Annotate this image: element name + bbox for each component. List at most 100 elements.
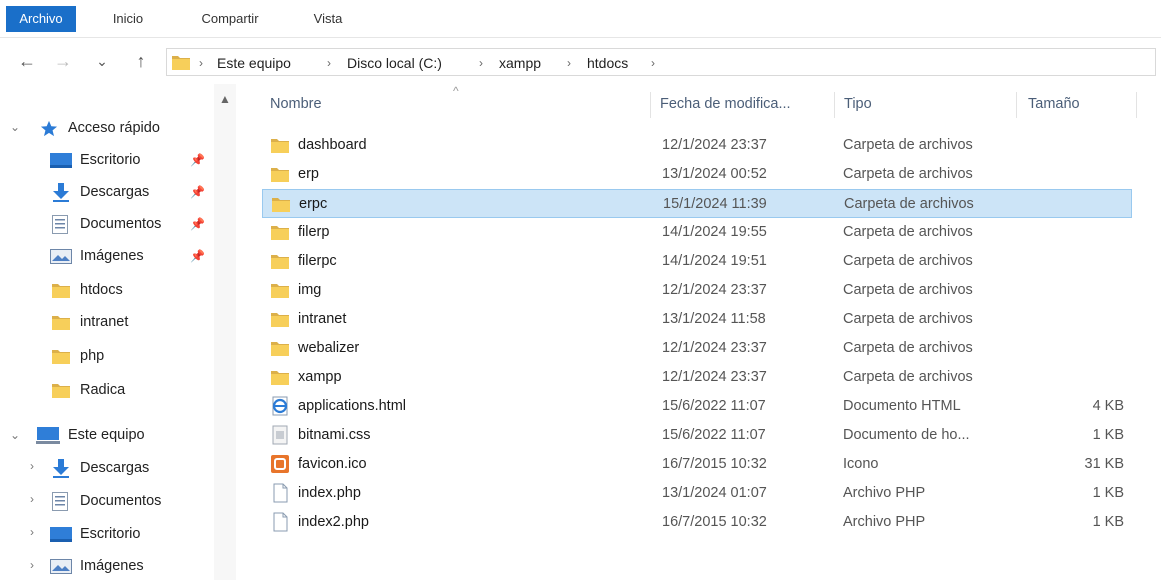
sidebar-item-label: Este equipo — [68, 427, 145, 443]
file-list[interactable]: ^ Nombre Fecha de modifica... Tipo Tamañ… — [238, 84, 1161, 580]
file-row[interactable]: applications.html 15/6/2022 11:07 Document… — [262, 392, 1132, 421]
sidebar-item-label: Descargas — [80, 460, 150, 476]
breadcrumb-separator: › — [327, 56, 331, 70]
file-date: 12/1/2024 23:37 — [662, 137, 767, 153]
file-type: Carpeta de archivos — [843, 311, 973, 327]
file-name: erp — [298, 166, 319, 182]
file-row[interactable]: filerpc 14/1/2024 19:51 Carpeta de archivo… — [262, 247, 1132, 276]
sidebar-item-documentos[interactable]: Documentos 📌 — [50, 211, 210, 237]
breadcrumb-disco-local[interactable]: Disco local (C:) — [347, 53, 442, 73]
folder-icon — [270, 164, 290, 184]
file-row[interactable]: erp 13/1/2024 00:52 Carpeta de archivos — [262, 160, 1132, 189]
file-name: filerp — [298, 224, 330, 240]
sidebar-item-pc-documentos[interactable]: Documentos — [50, 488, 210, 514]
file-name: index.php — [298, 485, 361, 501]
tab-vista[interactable]: Vista — [305, 7, 351, 31]
chevron-down-icon[interactable]: ⌄ — [10, 428, 20, 442]
file-row[interactable]: index.php 13/1/2024 01:07 Archivo PHP 1 KB — [262, 479, 1132, 508]
folder-icon — [270, 280, 290, 300]
file-date: 13/1/2024 01:07 — [662, 485, 767, 501]
sidebar-item-escritorio[interactable]: Escritorio 📌 — [50, 147, 210, 173]
sidebar-item-intranet[interactable]: intranet — [50, 309, 210, 335]
documents-icon — [52, 492, 68, 511]
file-row[interactable]: xampp 12/1/2024 23:37 Carpeta de archivos — [262, 363, 1132, 392]
tab-archivo[interactable]: Archivo — [6, 6, 76, 32]
scroll-up-icon[interactable]: ▲ — [219, 92, 231, 106]
recent-locations-button[interactable]: ⌄ — [92, 49, 112, 73]
chevron-right-icon[interactable]: › — [30, 525, 34, 539]
file-type: Carpeta de archivos — [843, 137, 973, 153]
breadcrumb-este-equipo[interactable]: Este equipo — [217, 53, 291, 73]
sidebar-item-radica[interactable]: Radica — [50, 377, 210, 403]
file-row[interactable]: bitnami.css 15/6/2022 11:07 Documento de h… — [262, 421, 1132, 450]
sidebar-scrollbar[interactable]: ▲ — [214, 84, 236, 580]
file-date: 13/1/2024 00:52 — [662, 166, 767, 182]
navigation-pane[interactable]: ▲ ⌄ Acceso rápido Escritorio 📌 Descargas… — [0, 84, 236, 580]
column-divider[interactable] — [650, 92, 651, 118]
sidebar-item-este-equipo[interactable]: Este equipo — [36, 422, 212, 448]
breadcrumb-separator: › — [567, 56, 571, 70]
file-row[interactable]: filerp 14/1/2024 19:55 Carpeta de archivos — [262, 218, 1132, 247]
sidebar-item-pc-descargas[interactable]: Descargas — [50, 455, 210, 481]
download-icon — [53, 183, 69, 202]
back-button[interactable]: ← — [14, 49, 40, 73]
breadcrumb-htdocs[interactable]: htdocs — [587, 53, 628, 73]
sidebar-item-pc-imagenes[interactable]: Imágenes — [50, 553, 210, 579]
ribbon: Archivo Inicio Compartir Vista — [0, 0, 1161, 38]
chevron-right-icon[interactable]: › — [30, 459, 34, 473]
sidebar-item-label: Escritorio — [80, 526, 141, 542]
folder-icon — [270, 338, 290, 358]
pictures-icon — [50, 249, 72, 264]
file-row[interactable]: dashboard 12/1/2024 23:37 Carpeta de archi… — [262, 131, 1132, 160]
file-size: 31 KB — [1084, 456, 1125, 472]
file-date: 14/1/2024 19:55 — [662, 224, 767, 240]
tab-inicio[interactable]: Inicio — [98, 7, 158, 31]
sidebar-item-label: intranet — [80, 314, 129, 330]
sidebar-item-label: php — [80, 348, 105, 364]
sidebar-item-htdocs[interactable]: htdocs — [50, 277, 210, 303]
sidebar-item-acceso-rapido[interactable]: Acceso rápido — [40, 115, 210, 141]
file-row[interactable]: erpc 15/1/2024 11:39 Carpeta de archivos — [262, 189, 1132, 218]
column-divider[interactable] — [1016, 92, 1017, 118]
column-divider[interactable] — [1136, 92, 1137, 118]
desktop-icon — [50, 527, 72, 542]
file-name: index2.php — [298, 514, 369, 530]
file-row[interactable]: intranet 13/1/2024 11:58 Carpeta de archiv… — [262, 305, 1132, 334]
sidebar-item-label: Radica — [80, 382, 126, 398]
sidebar-item-label: Escritorio — [80, 152, 141, 168]
file-date: 14/1/2024 19:51 — [662, 253, 767, 269]
up-button[interactable]: ↑ — [128, 49, 154, 73]
forward-button[interactable]: → — [50, 49, 76, 73]
file-type: Carpeta de archivos — [843, 253, 973, 269]
breadcrumb-xampp[interactable]: xampp — [499, 53, 541, 73]
chevron-right-icon[interactable]: › — [30, 492, 34, 506]
file-row[interactable]: img 12/1/2024 23:37 Carpeta de archivos — [262, 276, 1132, 305]
sidebar-item-imagenes[interactable]: Imágenes 📌 — [50, 243, 210, 269]
file-type: Carpeta de archivos — [843, 166, 973, 182]
file-row[interactable]: webalizer 12/1/2024 23:37 Carpeta de archi… — [262, 334, 1132, 363]
folder-icon — [270, 251, 290, 271]
column-header-name[interactable]: Nombre — [270, 84, 650, 124]
sidebar-item-descargas[interactable]: Descargas 📌 — [50, 179, 210, 205]
file-row[interactable]: index2.php 16/7/2015 10:32 Archivo PHP 1 KB — [262, 508, 1132, 537]
computer-icon — [36, 427, 60, 444]
tab-compartir[interactable]: Compartir — [187, 7, 273, 31]
folder-icon — [171, 53, 191, 71]
column-header-date[interactable]: Fecha de modifica... — [660, 84, 830, 124]
sidebar-item-pc-escritorio[interactable]: Escritorio — [50, 521, 210, 547]
file-name: img — [298, 282, 322, 298]
file-row[interactable]: favicon.ico 16/7/2015 10:32 Icono 31 KB — [262, 450, 1132, 479]
sidebar-item-label: Acceso rápido — [68, 120, 160, 136]
pin-icon: 📌 — [190, 153, 205, 167]
chevron-right-icon[interactable]: › — [30, 558, 34, 572]
address-box[interactable]: › Este equipo › Disco local (C:) › xampp… — [166, 48, 1156, 76]
column-header-type[interactable]: Tipo — [844, 84, 1014, 124]
column-divider[interactable] — [834, 92, 835, 118]
chevron-down-icon[interactable]: ⌄ — [10, 120, 20, 134]
file-type: Documento de ho... — [843, 427, 970, 443]
file-name: favicon.ico — [298, 456, 367, 472]
column-header-size[interactable]: Tamaño — [1028, 84, 1128, 124]
documents-icon — [52, 215, 68, 234]
sidebar-item-php[interactable]: php — [50, 343, 210, 369]
file-type: Carpeta de archivos — [843, 369, 973, 385]
